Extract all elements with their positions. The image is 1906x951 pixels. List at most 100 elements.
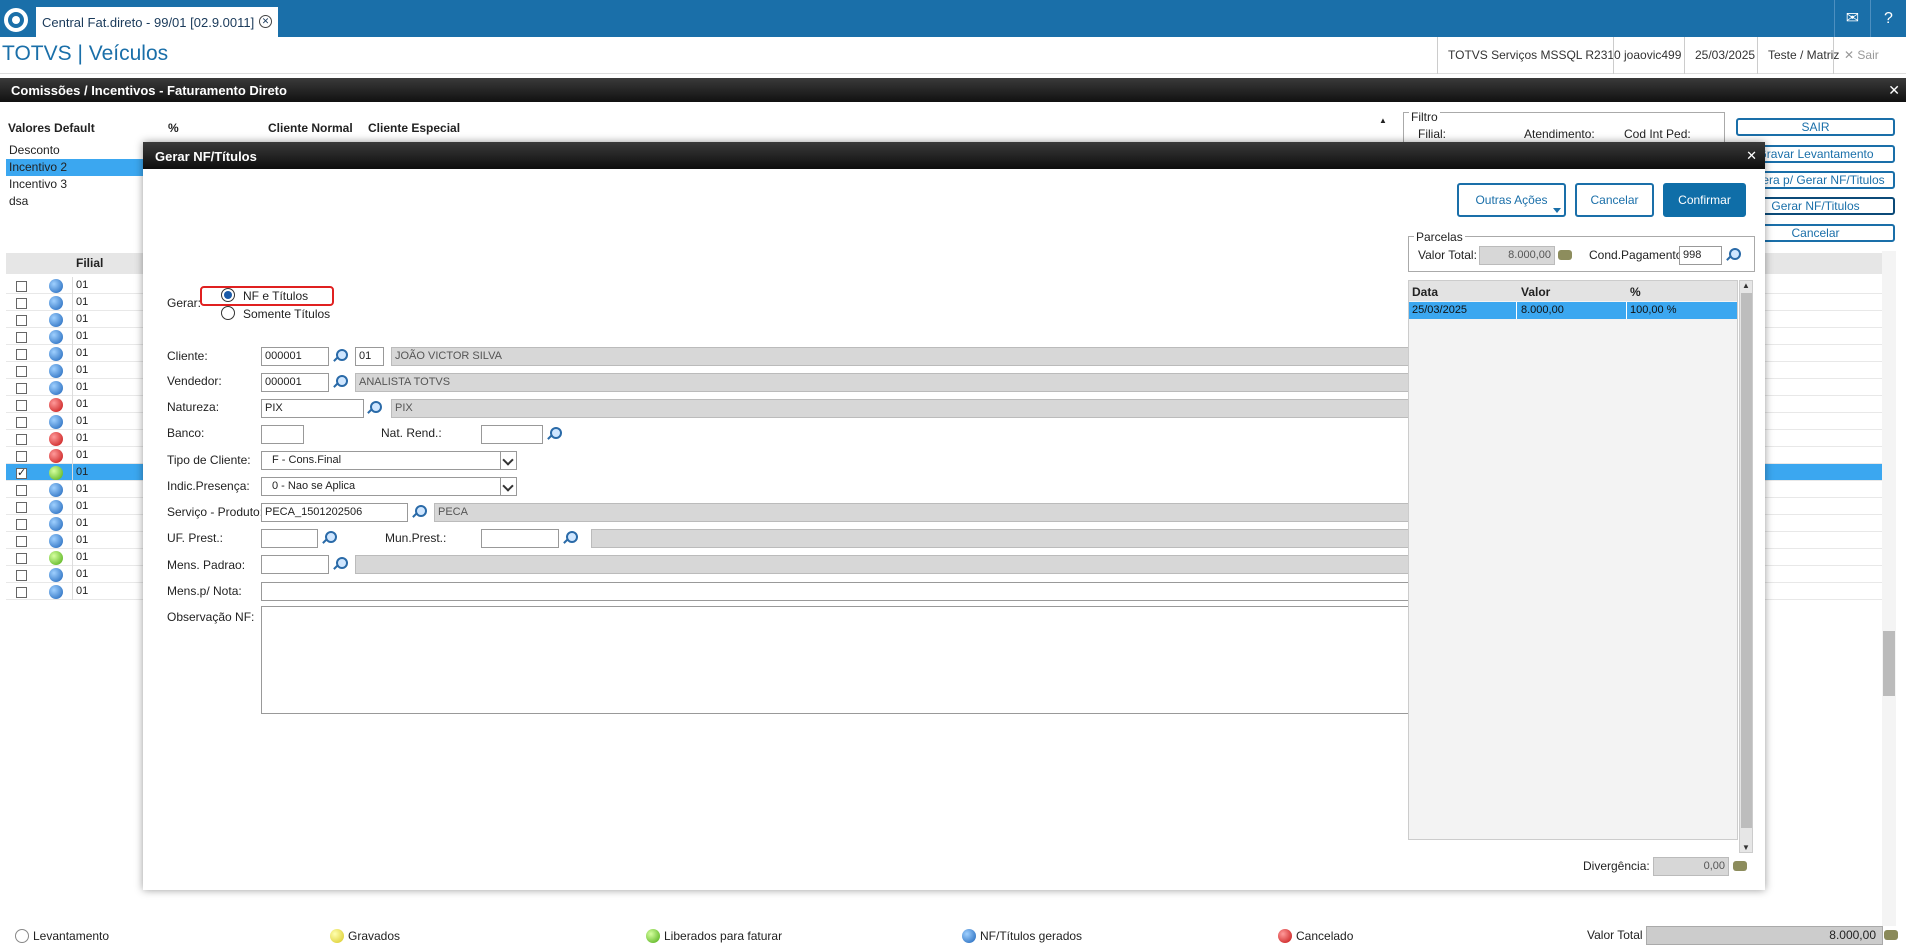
nat-rend-input[interactable] xyxy=(481,425,543,444)
tab-central-fat-direto[interactable]: Central Fat.direto - 99/01 [02.9.0011] ✕ xyxy=(36,7,278,37)
search-icon[interactable] xyxy=(331,556,348,572)
confirmar-button[interactable]: Confirmar xyxy=(1663,183,1746,217)
sair-button[interactable]: SAIR xyxy=(1736,118,1895,136)
row-checkbox[interactable] xyxy=(16,366,27,377)
divergencia-label: Divergência: xyxy=(1583,859,1650,873)
scroll-down-icon[interactable]: ▼ xyxy=(1742,843,1750,852)
scroll-up-icon[interactable]: ▲ xyxy=(1376,116,1390,140)
search-icon[interactable] xyxy=(545,426,562,442)
tipo-cliente-select[interactable]: F - Cons.Final xyxy=(261,451,517,470)
table-row[interactable]: 25/03/2025 8.000,00 100,00 % xyxy=(1409,302,1737,319)
outras-acoes-button[interactable]: Outras Ações xyxy=(1457,183,1566,217)
calculator-icon[interactable] xyxy=(1558,250,1572,260)
scrollbar-thumb[interactable] xyxy=(1883,631,1895,696)
search-icon[interactable] xyxy=(1724,247,1741,263)
gerar-nf-titulos-dialog: Gerar NF/Títulos ✕ Outras Ações Cancelar… xyxy=(143,142,1765,890)
row-checkbox[interactable] xyxy=(16,587,27,598)
status-red-icon xyxy=(1278,929,1292,943)
filter-atendimento-label: Atendimento: xyxy=(1524,127,1595,141)
row-checkbox[interactable] xyxy=(16,383,27,394)
radio-somente-titulos[interactable] xyxy=(221,306,235,320)
search-icon[interactable] xyxy=(365,400,382,416)
servico-produto-input[interactable]: PECA_1501202506 xyxy=(261,503,408,522)
search-icon[interactable] xyxy=(561,530,578,546)
grid-row[interactable]: Incentivo 3 xyxy=(6,176,146,193)
status-green-icon xyxy=(646,929,660,943)
mens-padrao-input[interactable] xyxy=(261,555,329,574)
radio-somente-titulos-label[interactable]: Somente Títulos xyxy=(243,307,330,321)
valor-total-field: 8.000,00 xyxy=(1646,926,1883,945)
row-checkbox[interactable] xyxy=(16,502,27,513)
search-icon[interactable] xyxy=(410,504,427,520)
row-checkbox[interactable] xyxy=(16,400,27,411)
row-checkbox[interactable] xyxy=(16,315,27,326)
indic-presenca-select[interactable]: 0 - Nao se Aplica xyxy=(261,477,517,496)
status-blue-icon xyxy=(49,347,63,361)
row-checkbox[interactable] xyxy=(16,349,27,360)
natureza-code-input[interactable]: PIX xyxy=(261,399,364,418)
app-title: TOTVS | Veículos xyxy=(2,42,169,65)
row-filial: 01 xyxy=(76,483,89,495)
natureza-label: Natureza: xyxy=(167,400,220,414)
mun-prest-label: Mun.Prest.: xyxy=(385,531,447,545)
banco-input[interactable] xyxy=(261,425,304,444)
radio-nf-titulos-label[interactable]: NF e Títulos xyxy=(243,289,308,303)
row-checkbox[interactable] xyxy=(16,466,27,479)
status-blue-icon xyxy=(49,313,63,327)
cancelar-dialog-button[interactable]: Cancelar xyxy=(1575,183,1654,217)
grid-row[interactable]: Incentivo 2 xyxy=(6,159,146,176)
vendedor-code-input[interactable]: 000001 xyxy=(261,373,329,392)
cliente-loja-input[interactable]: 01 xyxy=(355,347,384,366)
row-checkbox[interactable] xyxy=(16,281,27,292)
grid-row[interactable]: Desconto xyxy=(6,142,146,159)
cond-pagamento-input[interactable]: 998 xyxy=(1679,246,1722,265)
mun-prest-input[interactable] xyxy=(481,529,559,548)
mail-icon[interactable]: ✉ xyxy=(1834,0,1870,37)
parcelas-scrollbar[interactable]: ▲ ▼ xyxy=(1739,280,1753,853)
search-icon[interactable] xyxy=(331,374,348,390)
row-checkbox[interactable] xyxy=(16,536,27,547)
row-checkbox[interactable] xyxy=(16,434,27,445)
search-icon[interactable] xyxy=(320,530,337,546)
grid-scrollbar[interactable] xyxy=(1882,251,1896,926)
scroll-up-icon[interactable]: ▲ xyxy=(1742,281,1750,290)
row-checkbox[interactable] xyxy=(16,298,27,309)
mens-nota-input[interactable] xyxy=(261,582,1519,601)
status-blue-icon xyxy=(49,364,63,378)
close-icon: ✕ xyxy=(1844,48,1858,62)
cliente-name-field: JOÃO VICTOR SILVA xyxy=(391,347,1521,366)
legend-levantamento: Levantamento xyxy=(15,928,109,944)
close-window-icon[interactable]: ✕ xyxy=(1888,82,1900,99)
row-filial: 01 xyxy=(76,585,89,597)
chevron-down-icon[interactable] xyxy=(500,452,516,469)
chevron-down-icon[interactable] xyxy=(500,478,516,495)
logout-button[interactable]: ✕ Sair xyxy=(1833,37,1889,74)
help-icon[interactable]: ? xyxy=(1870,0,1906,37)
row-checkbox[interactable] xyxy=(16,485,27,496)
calculator-icon[interactable] xyxy=(1733,861,1747,871)
row-checkbox[interactable] xyxy=(16,332,27,343)
divergencia-field: 0,00 xyxy=(1653,857,1729,876)
column-header-percent: % xyxy=(1630,285,1641,299)
banco-label: Banco: xyxy=(167,426,205,440)
calculator-icon[interactable] xyxy=(1884,930,1898,940)
row-checkbox[interactable] xyxy=(16,451,27,462)
close-tab-icon[interactable]: ✕ xyxy=(259,15,272,28)
uf-prest-input[interactable] xyxy=(261,529,318,548)
row-checkbox[interactable] xyxy=(16,519,27,530)
grid-row[interactable]: dsa xyxy=(6,193,146,210)
row-checkbox[interactable] xyxy=(16,553,27,564)
scrollbar-thumb[interactable] xyxy=(1741,293,1752,828)
close-dialog-icon[interactable]: ✕ xyxy=(1746,148,1757,164)
radio-nf-titulos[interactable] xyxy=(221,288,235,302)
search-icon[interactable] xyxy=(331,348,348,364)
mun-prest-desc-field xyxy=(591,529,1521,548)
observacao-textarea[interactable] xyxy=(261,606,1521,714)
natureza-desc-field: PIX xyxy=(391,399,1521,418)
uf-prest-label: UF. Prest.: xyxy=(167,531,224,545)
row-filial: 01 xyxy=(76,500,89,512)
cliente-code-input[interactable]: 000001 xyxy=(261,347,329,366)
observacao-label: Observação NF: xyxy=(167,610,255,624)
row-checkbox[interactable] xyxy=(16,417,27,428)
row-checkbox[interactable] xyxy=(16,570,27,581)
